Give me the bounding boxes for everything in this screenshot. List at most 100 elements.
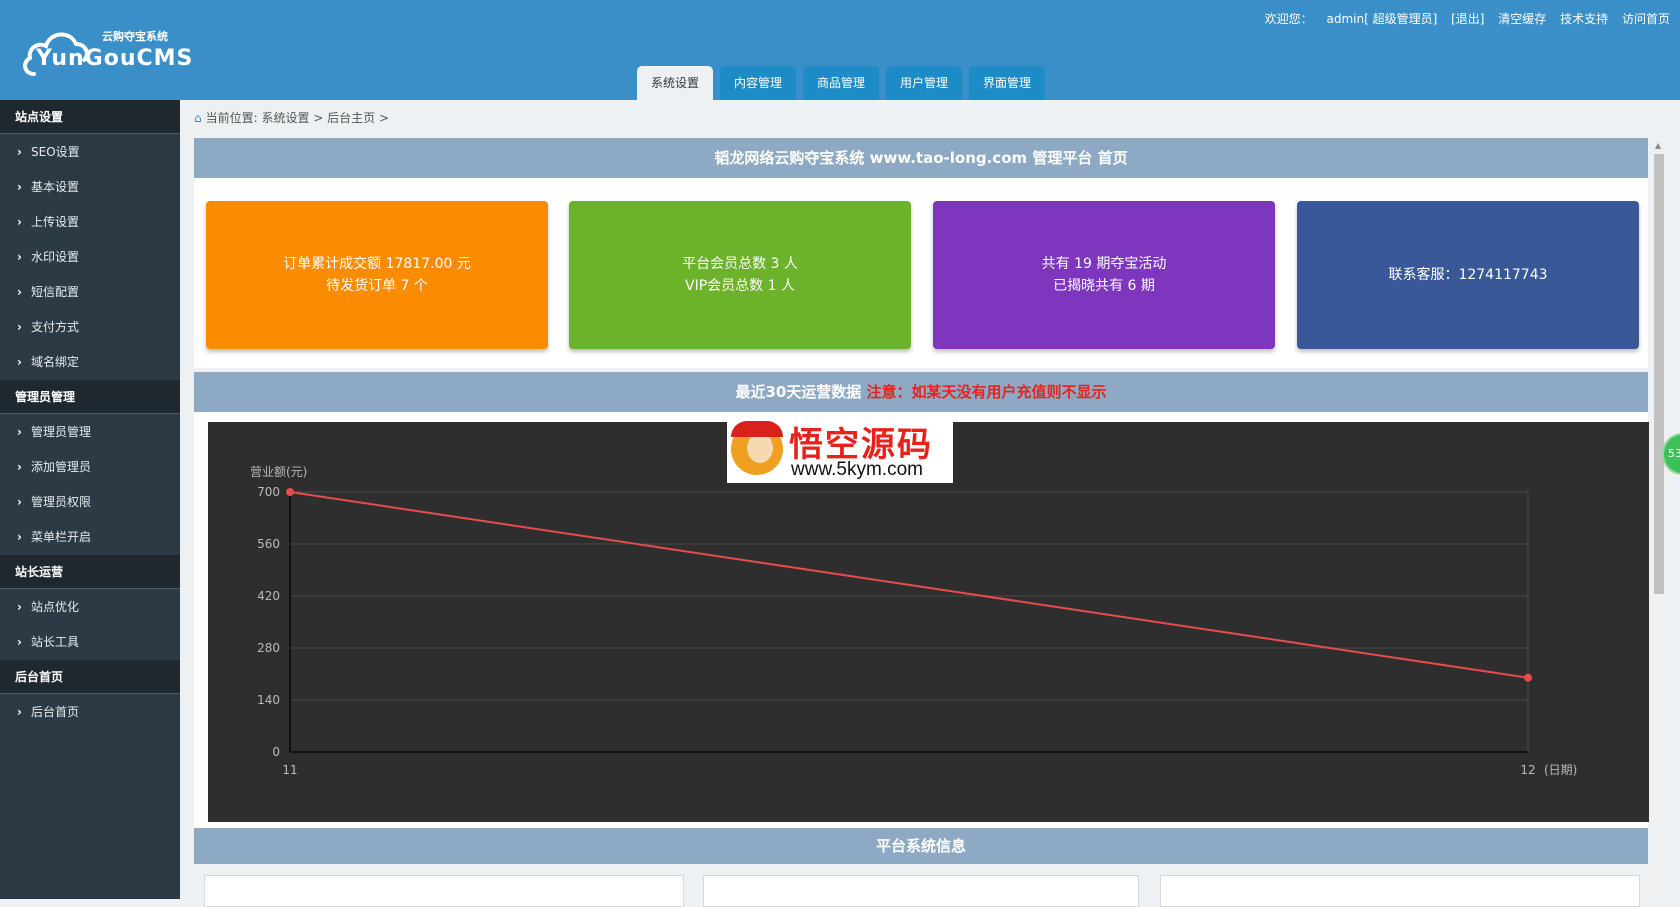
sidebar-item-label: 站长工具 <box>31 635 80 649</box>
breadcrumb-prefix: 当前位置: <box>205 111 258 125</box>
sidebar-item-add-admin[interactable]: › 添加管理员 <box>0 450 180 485</box>
logo[interactable]: 云购夺宝系统 YunGouCMS <box>22 22 192 80</box>
chevron-right-icon: › <box>17 495 22 509</box>
tab-product-management[interactable]: 商品管理 <box>803 66 879 100</box>
sidebar-item-label: 水印设置 <box>31 250 80 264</box>
sidebar-item-label: 域名绑定 <box>31 355 80 369</box>
sidebar-item-domain[interactable]: › 域名绑定 <box>0 345 180 380</box>
page-title: 韬龙网络云购夺宝系统 www.tao-long.com 管理平台 首页 <box>194 138 1648 178</box>
stat-card-line1: 联系客服：1274117743 <box>1388 267 1548 283</box>
sidebar-item-admin-manage[interactable]: › 管理员管理 <box>0 415 180 450</box>
sidebar-item-webmaster-tools[interactable]: › 站长工具 <box>0 625 180 660</box>
y-tick-label: 280 <box>257 641 280 655</box>
sidebar-item-admin-permissions[interactable]: › 管理员权限 <box>0 485 180 520</box>
welcome-text: 欢迎您： <box>1264 12 1313 26</box>
y-tick-label: 140 <box>257 693 280 707</box>
tab-user-management[interactable]: 用户管理 <box>886 66 962 100</box>
chart-section-title-text: 最近30天运营数据 <box>735 383 862 401</box>
sidebar-item-menu-toggle[interactable]: › 菜单栏开启 <box>0 520 180 555</box>
sidebar-item-basic[interactable]: › 基本设置 <box>0 170 180 205</box>
chevron-right-icon: › <box>17 180 22 194</box>
monkey-hat <box>731 421 783 437</box>
x-tick-label: 12 <box>1520 763 1535 777</box>
tech-support-link[interactable]: 技术支持 <box>1560 12 1608 26</box>
chevron-right-icon: › <box>17 425 22 439</box>
sidebar-item-admin-home[interactable]: › 后台首页 <box>0 695 180 730</box>
sidebar-item-payment[interactable]: › 支付方式 <box>0 310 180 345</box>
header: 云购夺宝系统 YunGouCMS 欢迎您： admin[ 超级管理员] [退出]… <box>0 0 1680 100</box>
sidebar-item-label: 后台首页 <box>31 705 80 719</box>
sidebar-group-admin[interactable]: 管理员管理 <box>0 380 180 414</box>
chevron-right-icon: › <box>17 460 22 474</box>
scrollbar-thumb[interactable] <box>1654 154 1664 594</box>
stat-card-activities: 共有 19 期夺宝活动 已揭晓共有 6 期 <box>933 201 1275 349</box>
system-info-box <box>703 875 1139 907</box>
monkey-face-inner <box>747 433 773 463</box>
y-tick-label: 560 <box>257 537 280 551</box>
sidebar-item-label: 基本设置 <box>31 180 80 194</box>
stat-card-line2: VIP会员总数 1 人 <box>685 278 795 294</box>
stat-card-members: 平台会员总数 3 人 VIP会员总数 1 人 <box>569 201 911 349</box>
sidebar-item-watermark[interactable]: › 水印设置 <box>0 240 180 275</box>
sidebar-item-label: 支付方式 <box>31 320 80 334</box>
breadcrumb: ⌂ 当前位置: 系统设置 > 后台主页 > <box>194 109 389 126</box>
sidebar-item-label: 管理员管理 <box>31 425 92 439</box>
tab-system-settings[interactable]: 系统设置 <box>637 66 713 100</box>
y-axis-label: 营业额(元) <box>250 465 307 479</box>
top-links: 欢迎您： admin[ 超级管理员] [退出] 清空缓存 技术支持 访问首页 <box>1265 10 1670 27</box>
sidebar-item-site-optimize[interactable]: › 站点优化 <box>0 590 180 625</box>
user-info[interactable]: admin[ 超级管理员] <box>1326 12 1437 26</box>
sidebar-group-home[interactable]: 后台首页 <box>0 660 180 694</box>
sidebar-group-site-settings[interactable]: 站点设置 <box>0 100 180 134</box>
data-point <box>286 488 294 496</box>
tab-interface-management[interactable]: 界面管理 <box>969 66 1045 100</box>
sidebar: 站点设置 › SEO设置 › 基本设置 › 上传设置 › 水印设置 › 短信配置 › 支付方… <box>0 100 180 899</box>
sidebar-item-label: 菜单栏开启 <box>31 530 92 544</box>
chevron-right-icon: › <box>17 600 22 614</box>
chevron-right-icon: › <box>17 635 22 649</box>
sidebar-item-label: 上传设置 <box>31 215 80 229</box>
breadcrumb-path[interactable]: 系统设置 > 后台主页 > <box>262 111 390 125</box>
chevron-right-icon: › <box>17 215 22 229</box>
y-tick-label: 700 <box>257 485 280 499</box>
chevron-right-icon: › <box>17 145 22 159</box>
data-point <box>1524 673 1532 682</box>
clear-cache-link[interactable]: 清空缓存 <box>1498 12 1546 26</box>
sidebar-item-label: SEO设置 <box>31 145 80 159</box>
stat-card-line2: 已揭晓共有 6 期 <box>1053 278 1155 294</box>
chevron-right-icon: › <box>17 355 22 369</box>
sidebar-item-seo[interactable]: › SEO设置 <box>0 135 180 170</box>
visit-home-link[interactable]: 访问首页 <box>1622 12 1670 26</box>
vertical-scrollbar[interactable]: ▲ <box>1652 138 1666 899</box>
system-info-box <box>1160 875 1640 907</box>
y-tick-label: 420 <box>257 589 280 603</box>
scroll-up-icon[interactable]: ▲ <box>1655 141 1661 150</box>
sidebar-item-sms[interactable]: › 短信配置 <box>0 275 180 310</box>
stat-card-line2: 待发货订单 7 个 <box>326 278 428 294</box>
logo-title: YunGouCMS <box>36 46 194 71</box>
stat-card-orders: 订单累计成交额 17817.00 元 待发货订单 7 个 <box>206 201 548 349</box>
x-axis-label: (日期) <box>1544 763 1577 777</box>
logo-subtitle: 云购夺宝系统 <box>102 30 168 43</box>
stat-card-line1: 共有 19 期夺宝活动 <box>1041 256 1167 272</box>
sidebar-item-label: 站点优化 <box>31 600 80 614</box>
stat-card-support: 联系客服：1274117743 <box>1297 201 1639 349</box>
home-icon[interactable]: ⌂ <box>194 111 202 125</box>
stat-card-line1: 订单累计成交额 17817.00 元 <box>283 256 471 272</box>
system-info-box <box>204 875 684 907</box>
sidebar-item-label: 添加管理员 <box>31 460 92 474</box>
x-tick-label: 11 <box>282 763 297 777</box>
stat-card-line1: 平台会员总数 3 人 <box>682 256 798 272</box>
chart-section-title: 最近30天运营数据 注意：如某天没有用户充值则不显示 <box>194 372 1648 412</box>
logout-link[interactable]: [退出] <box>1451 12 1484 26</box>
tab-content-management[interactable]: 内容管理 <box>720 66 796 100</box>
chevron-right-icon: › <box>17 530 22 544</box>
sidebar-group-operations[interactable]: 站长运营 <box>0 555 180 589</box>
system-info-title: 平台系统信息 <box>194 828 1648 864</box>
chart-note: 注意：如某天没有用户充值则不显示 <box>866 383 1107 401</box>
watermark-logo: 悟空源码 www.5kym.com <box>727 417 953 483</box>
sidebar-item-upload[interactable]: › 上传设置 <box>0 205 180 240</box>
chevron-right-icon: › <box>17 320 22 334</box>
series-line <box>289 491 1529 679</box>
chevron-right-icon: › <box>17 705 22 719</box>
